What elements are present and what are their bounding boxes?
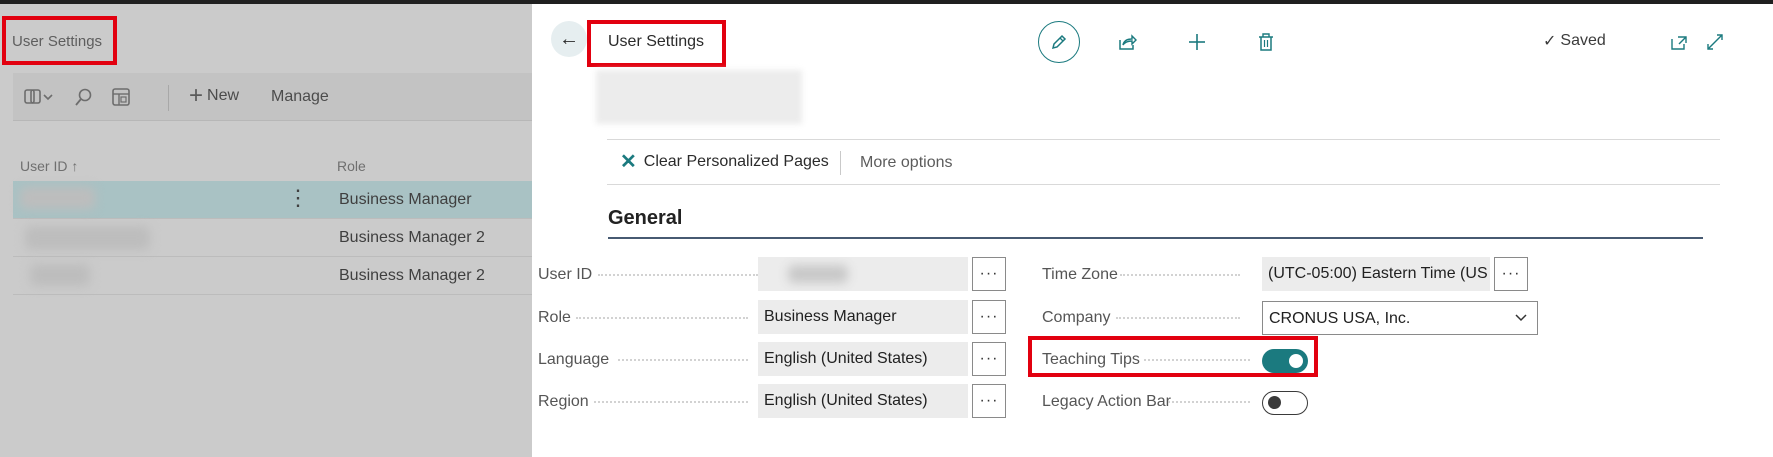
user-settings-list-page: User Settings + New Manage User ID ↑ Rol…	[0, 4, 532, 457]
pencil-icon	[1051, 34, 1067, 50]
views-icon[interactable]	[23, 87, 53, 107]
field-label-language: Language	[538, 351, 610, 368]
edit-button[interactable]	[1038, 21, 1080, 63]
checkmark-icon: ✓	[1543, 33, 1557, 50]
action-bar-separator	[840, 151, 841, 175]
highlight-box-card-title	[587, 20, 726, 67]
table-row[interactable]: Business Manager 2	[13, 257, 532, 295]
language-field[interactable]: English (United States)	[758, 342, 968, 376]
user-id-field[interactable]	[758, 257, 968, 291]
field-leader-dots	[598, 274, 758, 276]
field-leader-dots	[1116, 317, 1240, 319]
section-divider	[608, 237, 1703, 239]
new-record-button[interactable]	[1176, 21, 1218, 63]
plus-icon	[1189, 34, 1205, 50]
sort-ascending-icon: ↑	[71, 158, 79, 174]
field-label-legacy-action-bar: Legacy Action Bar	[1042, 393, 1171, 410]
row-role: Business Manager 2	[339, 229, 485, 246]
legacy-action-bar-toggle[interactable]	[1262, 391, 1308, 415]
trash-icon	[1259, 33, 1273, 51]
close-icon: ✕	[620, 151, 637, 173]
highlight-box-teaching-tips	[1028, 336, 1318, 377]
new-button[interactable]: + New	[189, 82, 240, 109]
section-title-general[interactable]: General	[608, 207, 682, 230]
role-lookup-button[interactable]: ···	[972, 300, 1006, 334]
blurred-user-id	[788, 265, 848, 283]
expand-button[interactable]	[1694, 21, 1736, 63]
role-field[interactable]: Business Manager	[758, 300, 968, 334]
time-zone-lookup-button[interactable]: ···	[1494, 257, 1528, 291]
user-id-lookup-button[interactable]: ···	[972, 257, 1006, 291]
new-button-label: New	[207, 87, 240, 104]
open-in-new-window-icon	[1671, 36, 1687, 50]
column-header-role[interactable]: Role	[337, 158, 366, 174]
clear-personalized-pages-button[interactable]: ✕ Clear Personalized Pages	[620, 151, 829, 173]
blurred-user-id	[25, 226, 150, 250]
blurred-record-header	[596, 70, 802, 124]
time-zone-field[interactable]: (UTC-05:00) Eastern Time (US ...	[1262, 257, 1490, 291]
field-leader-dots	[594, 401, 748, 403]
back-arrow-icon: ←	[559, 27, 579, 50]
row-role: Business Manager 2	[339, 267, 485, 284]
manage-menu[interactable]: Manage	[271, 88, 329, 106]
toolbar-separator	[168, 85, 169, 111]
user-settings-card: ← User Settings ✓ Saved ✕ Clear Personal…	[532, 4, 1773, 457]
column-header-user-id-label: User ID	[20, 158, 68, 174]
blurred-user-id	[20, 187, 95, 209]
share-icon	[1119, 34, 1137, 50]
field-label-company: Company	[1042, 309, 1111, 326]
chevron-down-icon	[1513, 309, 1529, 330]
filter-pane-icon[interactable]	[111, 87, 133, 107]
expand-icon	[1707, 34, 1723, 50]
region-lookup-button[interactable]: ···	[972, 384, 1006, 418]
company-value: CRONUS USA, Inc.	[1269, 310, 1411, 327]
list-toolbar: + New Manage	[13, 73, 532, 121]
field-label-region: Region	[538, 393, 589, 410]
region-field[interactable]: English (United States)	[758, 384, 968, 418]
highlight-box-list-title	[2, 16, 117, 65]
row-role: Business Manager	[339, 191, 472, 208]
action-bar: ✕ Clear Personalized Pages More options	[607, 139, 1720, 185]
field-label-user-id: User ID	[538, 266, 593, 283]
delete-button[interactable]	[1245, 21, 1287, 63]
field-label-time-zone: Time Zone	[1042, 266, 1118, 283]
column-header-user-id[interactable]: User ID ↑	[20, 158, 78, 174]
toggle-knob	[1268, 396, 1281, 409]
field-leader-dots	[618, 359, 748, 361]
saved-label: Saved	[1560, 32, 1606, 49]
share-button[interactable]	[1106, 21, 1148, 63]
row-actions-icon[interactable]: ⋮	[287, 185, 309, 211]
language-lookup-button[interactable]: ···	[972, 342, 1006, 376]
saved-status: ✓ Saved	[1543, 31, 1606, 51]
field-leader-dots	[576, 317, 748, 319]
field-leader-dots	[1168, 401, 1250, 403]
blurred-user-id	[30, 264, 90, 286]
field-label-role: Role	[538, 309, 571, 326]
company-dropdown[interactable]: CRONUS USA, Inc.	[1262, 301, 1538, 335]
plus-icon: +	[189, 82, 204, 109]
back-button[interactable]: ←	[551, 21, 587, 57]
field-leader-dots	[1120, 274, 1240, 276]
search-icon[interactable]	[74, 87, 96, 107]
clear-personalized-pages-label: Clear Personalized Pages	[643, 153, 829, 170]
more-options-button[interactable]: More options	[860, 154, 953, 172]
